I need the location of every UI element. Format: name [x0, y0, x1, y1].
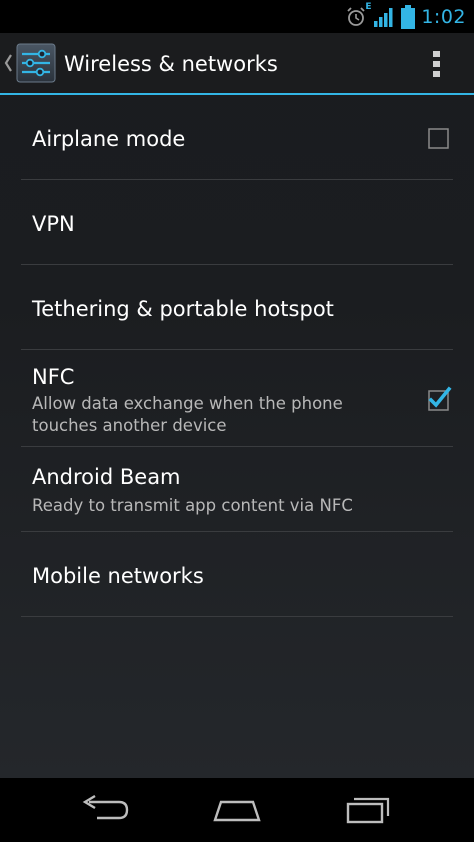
setting-airplane-mode[interactable]: Airplane mode — [21, 95, 453, 180]
settings-list: Airplane mode VPN Tethering & portable h… — [0, 95, 474, 617]
setting-title: Airplane mode — [32, 127, 186, 151]
setting-title: Mobile networks — [32, 564, 204, 588]
overflow-menu-icon[interactable] — [422, 49, 452, 79]
screen: E 1:02 Wireless & networks Airplane mode… — [0, 0, 474, 842]
setting-vpn[interactable]: VPN — [21, 180, 453, 265]
home-icon[interactable] — [207, 790, 267, 830]
setting-summary-line: touches another device — [32, 416, 227, 435]
setting-title: Android Beam — [32, 465, 181, 489]
setting-nfc[interactable]: NFC Allow data exchange when the phone t… — [21, 350, 453, 447]
setting-title: Tethering & portable hotspot — [32, 297, 334, 321]
signal-icon — [374, 7, 393, 27]
setting-android-beam[interactable]: Android Beam Ready to transmit app conte… — [21, 447, 453, 532]
setting-title: NFC — [32, 365, 75, 389]
status-icons: E 1:02 — [345, 0, 466, 33]
setting-title: VPN — [32, 212, 75, 236]
airplane-mode-checkbox[interactable] — [423, 123, 453, 153]
network-type-label: E — [365, 1, 372, 12]
setting-summary: Ready to transmit app content via NFC — [32, 496, 353, 515]
signal-indicator: E — [365, 2, 395, 28]
back-icon[interactable] — [75, 790, 135, 830]
nfc-checkbox[interactable] — [423, 383, 453, 413]
battery-icon — [401, 4, 416, 29]
page-title: Wireless & networks — [64, 52, 278, 76]
action-bar: Wireless & networks — [0, 33, 474, 95]
settings-sliders-icon[interactable] — [16, 43, 56, 83]
clock: 1:02 — [421, 5, 466, 28]
setting-tethering[interactable]: Tethering & portable hotspot — [21, 265, 453, 350]
setting-mobile-networks[interactable]: Mobile networks — [21, 532, 453, 617]
setting-summary-line: Allow data exchange when the phone — [32, 394, 343, 413]
alarm-icon — [347, 6, 365, 26]
recent-apps-icon[interactable] — [340, 790, 400, 830]
chevron-left-icon[interactable] — [3, 53, 13, 73]
setting-summary: Allow data exchange when the phone touch… — [32, 393, 343, 437]
status-bar: E 1:02 — [0, 0, 474, 33]
navigation-bar — [0, 778, 474, 842]
